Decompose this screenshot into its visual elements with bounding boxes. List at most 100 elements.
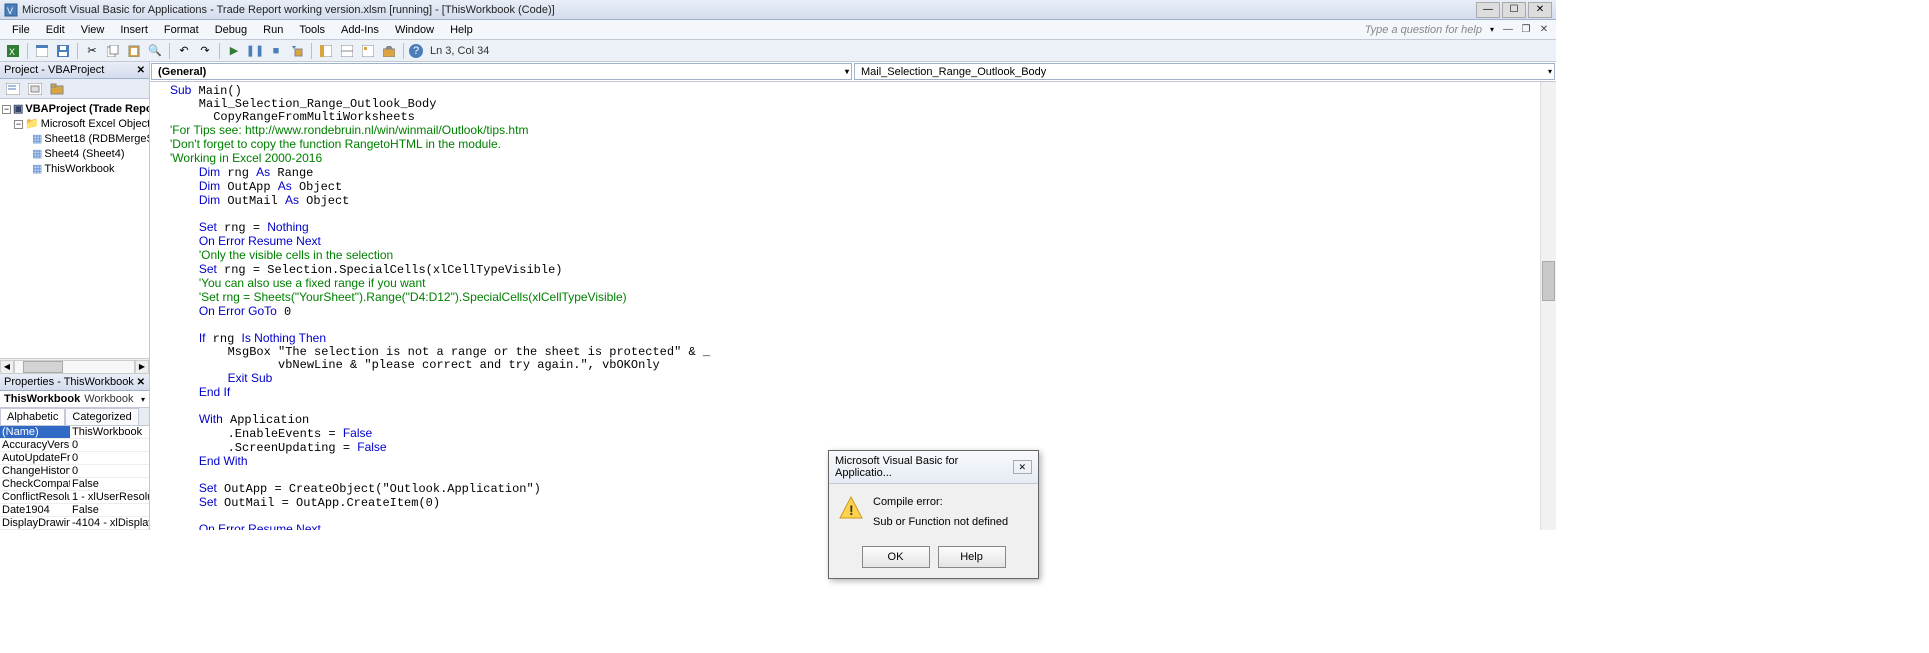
vbaproject-icon: ▣ [13,103,23,115]
reset-icon[interactable]: ■ [267,42,285,60]
scroll-left-icon[interactable]: ◀ [0,360,14,374]
properties-pane-title: Properties - ThisWorkbook ✕ [0,374,149,391]
property-row[interactable]: CheckCompatibilityFalse [0,478,149,491]
ok-button[interactable]: OK [862,546,930,568]
toggle-folders-icon[interactable] [48,80,66,98]
property-row[interactable]: ConflictResolution1 - xlUserResolution [0,491,149,504]
project-toolbar [0,79,149,99]
view-code-icon[interactable] [4,80,22,98]
break-icon[interactable]: ❚❚ [246,42,264,60]
properties-object-name: ThisWorkbook [4,393,80,405]
cursor-position: Ln 3, Col 34 [430,45,489,57]
toolbox-icon[interactable] [380,42,398,60]
dialog-title-bar[interactable]: Microsoft Visual Basic for Applicatio...… [829,451,1038,484]
properties-object-dropdown[interactable]: ThisWorkbook Workbook ▾ [0,391,149,408]
properties-object-type: Workbook [84,393,133,405]
properties-grid[interactable]: (Name)ThisWorkbookAccuracyVersion0AutoUp… [0,426,149,530]
expand-icon[interactable]: − [14,120,23,129]
app-icon: V [4,3,18,17]
project-hscrollbar[interactable]: ◀ ▶ [0,358,149,374]
dialog-title-text: Microsoft Visual Basic for Applicatio... [835,455,1013,479]
tab-alphabetic[interactable]: Alphabetic [0,408,65,425]
view-object-icon[interactable] [26,80,44,98]
maximize-button[interactable]: ☐ [1502,2,1526,18]
menu-edit[interactable]: Edit [38,22,73,38]
object-browser-icon[interactable] [359,42,377,60]
scroll-thumb[interactable] [23,361,63,373]
object-dropdown[interactable]: (General) ▾ [151,63,852,80]
help-search-input[interactable]: Type a question for help [1365,24,1490,36]
scroll-thumb[interactable] [1542,261,1555,301]
close-button[interactable]: ✕ [1528,2,1552,18]
tab-categorized[interactable]: Categorized [65,408,138,425]
mdi-close-button[interactable]: ✕ [1536,23,1552,37]
help-icon[interactable]: ? [409,44,423,58]
menu-help[interactable]: Help [442,22,481,38]
menu-debug[interactable]: Debug [207,22,255,38]
menu-view[interactable]: View [73,22,113,38]
project-explorer-icon[interactable] [317,42,335,60]
find-icon[interactable]: 🔍 [146,42,164,60]
run-icon[interactable]: ▶ [225,42,243,60]
mdi-minimize-button[interactable]: — [1500,23,1516,37]
project-tree[interactable]: −▣VBAProject (Trade Report working versi… [0,99,149,358]
tree-item[interactable]: ▦ThisWorkbook [2,161,147,176]
dropdown-icon[interactable]: ▾ [141,395,145,404]
property-row[interactable]: ChangeHistoryDuration0 [0,465,149,478]
menu-file[interactable]: File [4,22,38,38]
svg-text:X: X [9,47,15,57]
minimize-button[interactable]: — [1476,2,1500,18]
warning-icon: ! [839,496,863,520]
tree-item[interactable]: ▦Sheet4 (Sheet4) [2,146,147,161]
help-search-dropdown-icon[interactable]: ▾ [1490,25,1494,34]
sheet-icon: ▦ [32,148,42,160]
main-toolbar: X ✂ 🔍 ↶ ↷ ▶ ❚❚ ■ ? Ln 3, Col 34 [0,40,1556,62]
tree-root[interactable]: VBAProject (Trade Report working version… [25,103,149,115]
error-dialog: Microsoft Visual Basic for Applicatio...… [828,450,1039,579]
undo-icon[interactable]: ↶ [175,42,193,60]
svg-text:V: V [7,6,13,16]
procedure-dropdown-value: Mail_Selection_Range_Outlook_Body [861,66,1046,78]
window-title-bar: V Microsoft Visual Basic for Application… [0,0,1556,20]
property-row[interactable]: DisplayDrawingObjects-4104 - xlDisplaySh… [0,517,149,530]
property-row[interactable]: AccuracyVersion0 [0,439,149,452]
menu-insert[interactable]: Insert [112,22,156,38]
properties-pane-close-icon[interactable]: ✕ [137,377,145,388]
menu-format[interactable]: Format [156,22,207,38]
code-vscrollbar[interactable] [1540,82,1556,530]
scroll-right-icon[interactable]: ▶ [135,360,149,374]
expand-icon[interactable]: − [2,105,11,114]
menu-window[interactable]: Window [387,22,442,38]
procedure-dropdown[interactable]: Mail_Selection_Range_Outlook_Body ▾ [854,63,1555,80]
menu-tools[interactable]: Tools [291,22,333,38]
sheet-icon: ▦ [32,163,42,175]
save-icon[interactable] [54,42,72,60]
dialog-message-line1: Compile error: [873,496,1028,508]
object-dropdown-value: (General) [158,66,206,78]
redo-icon[interactable]: ↷ [196,42,214,60]
folder-icon: 📁 [25,118,39,130]
insert-module-icon[interactable] [33,42,51,60]
property-row[interactable]: AutoUpdateFrequency0 [0,452,149,465]
menu-addins[interactable]: Add-Ins [333,22,387,38]
view-excel-icon[interactable]: X [4,42,22,60]
help-button[interactable]: Help [938,546,1006,568]
menu-run[interactable]: Run [255,22,291,38]
dialog-close-icon[interactable]: ✕ [1013,460,1033,474]
tree-folder[interactable]: Microsoft Excel Objects [41,118,149,130]
copy-icon[interactable] [104,42,122,60]
menu-bar: FileEditViewInsertFormatDebugRunToolsAdd… [0,20,1556,40]
design-mode-icon[interactable] [288,42,306,60]
mdi-restore-button[interactable]: ❐ [1518,23,1534,37]
dropdown-icon[interactable]: ▾ [1548,67,1552,76]
cut-icon[interactable]: ✂ [83,42,101,60]
property-row[interactable]: (Name)ThisWorkbook [0,426,149,439]
properties-window-icon[interactable] [338,42,356,60]
project-pane-close-icon[interactable]: ✕ [137,65,145,76]
project-pane-title: Project - VBAProject ✕ [0,62,149,79]
dropdown-icon[interactable]: ▾ [845,67,849,76]
paste-icon[interactable] [125,42,143,60]
tree-item[interactable]: ▦Sheet18 (RDBMergeSheet) [2,131,147,146]
property-row[interactable]: Date1904False [0,504,149,517]
project-pane-title-text: Project - VBAProject [4,64,104,76]
